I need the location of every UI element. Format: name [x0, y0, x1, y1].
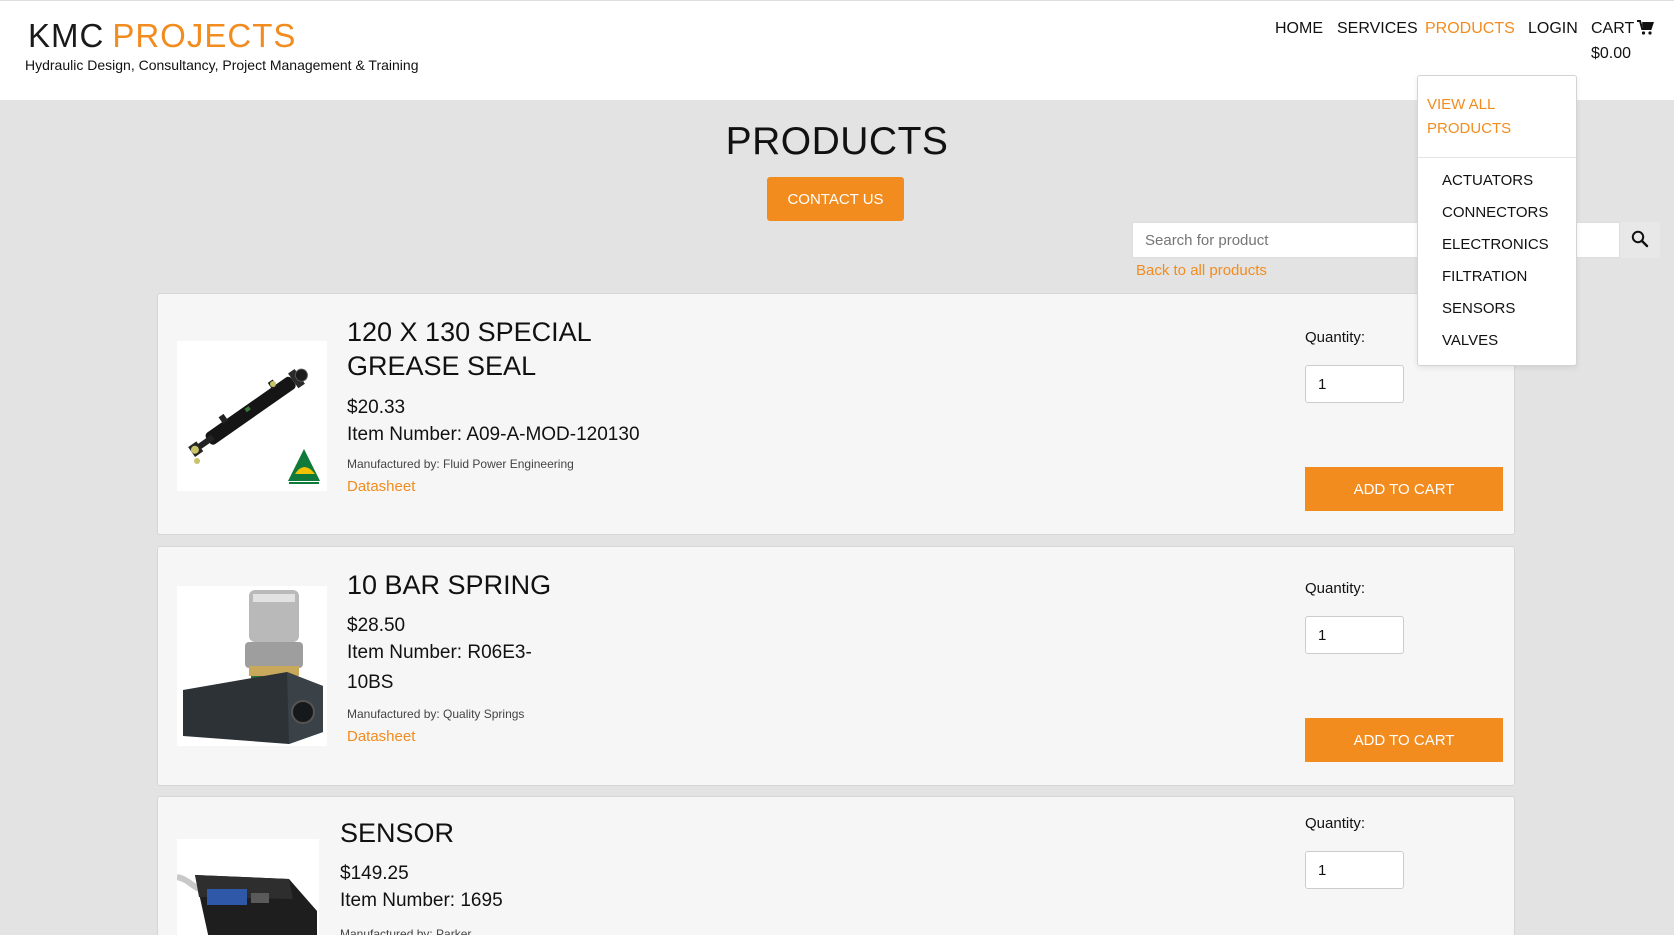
- nav-services[interactable]: SERVICES: [1337, 20, 1418, 38]
- quantity-input[interactable]: [1305, 851, 1404, 889]
- product-price: $149.25: [340, 863, 409, 884]
- dropdown-item-valves[interactable]: VALVES: [1442, 332, 1498, 349]
- product-image-spring-valve[interactable]: [177, 586, 327, 746]
- nav-login[interactable]: LOGIN: [1528, 20, 1578, 38]
- quantity-input[interactable]: [1305, 365, 1404, 403]
- product-item-number: Item Number: A09-A-MOD-120130: [347, 424, 640, 445]
- nav-cart-label: CART: [1591, 20, 1635, 37]
- product-manufacturer: Manufactured by: Quality Springs: [347, 707, 525, 721]
- quantity-label: Quantity:: [1305, 329, 1366, 346]
- dropdown-item-actuators[interactable]: ACTUATORS: [1442, 172, 1533, 189]
- datasheet-link[interactable]: Datasheet: [347, 478, 415, 495]
- product-image-sensor[interactable]: [177, 839, 319, 935]
- quantity-input[interactable]: [1305, 616, 1404, 654]
- product-card: SENSOR $149.25 Item Number: 1695 Manufac…: [157, 796, 1515, 935]
- add-to-cart-button[interactable]: ADD TO CART: [1305, 718, 1503, 762]
- back-to-all-products-link[interactable]: Back to all products: [1136, 262, 1267, 279]
- dropdown-item-sensors[interactable]: SENSORS: [1442, 300, 1515, 317]
- dropdown-divider: [1418, 157, 1576, 158]
- cart-icon: [1637, 20, 1655, 40]
- product-price: $20.33: [347, 397, 406, 418]
- dropdown-item-electronics[interactable]: ELECTRONICS: [1442, 236, 1549, 253]
- contact-us-button[interactable]: CONTACT US: [767, 177, 904, 221]
- quantity-label: Quantity:: [1305, 580, 1366, 597]
- product-item-number: Item Number: 1695: [340, 890, 503, 911]
- product-manufacturer: Manufactured by: Parker: [340, 927, 472, 935]
- quantity-label: Quantity:: [1305, 815, 1366, 832]
- dropdown-item-connectors[interactable]: CONNECTORS: [1442, 204, 1548, 221]
- nav-products[interactable]: PRODUCTS: [1425, 20, 1515, 38]
- product-name[interactable]: 120 X 130 SPECIAL GREASE SEAL: [347, 315, 607, 383]
- product-name[interactable]: SENSOR: [340, 816, 454, 850]
- products-dropdown: VIEW ALL PRODUCTS ACTUATORS CONNECTORS E…: [1417, 75, 1577, 366]
- product-price: $28.50: [347, 615, 406, 636]
- product-image-cylinder[interactable]: [177, 341, 327, 491]
- site-tagline: Hydraulic Design, Consultancy, Project M…: [25, 57, 419, 73]
- nav-cart[interactable]: CART: [1591, 20, 1655, 40]
- search-icon: [1631, 230, 1649, 251]
- product-card: 10 BAR SPRING $28.50 Item Number: R06E3-…: [157, 546, 1515, 786]
- product-manufacturer: Manufactured by: Fluid Power Engineering: [347, 457, 574, 471]
- dropdown-view-all[interactable]: VIEW ALL PRODUCTS: [1427, 93, 1547, 141]
- main-nav: HOME SERVICES PRODUCTS LOGIN CART: [0, 20, 1674, 50]
- nav-home[interactable]: HOME: [1275, 20, 1323, 38]
- cart-total: $0.00: [1591, 45, 1632, 62]
- datasheet-link[interactable]: Datasheet: [347, 728, 415, 745]
- dropdown-item-filtration[interactable]: FILTRATION: [1442, 268, 1527, 285]
- add-to-cart-button[interactable]: ADD TO CART: [1305, 467, 1503, 511]
- product-card: 120 X 130 SPECIAL GREASE SEAL $20.33 Ite…: [157, 293, 1515, 535]
- search-button[interactable]: [1620, 222, 1660, 258]
- product-name[interactable]: 10 BAR SPRING: [347, 568, 551, 602]
- product-item-number: Item Number: R06E3-10BS: [347, 642, 532, 693]
